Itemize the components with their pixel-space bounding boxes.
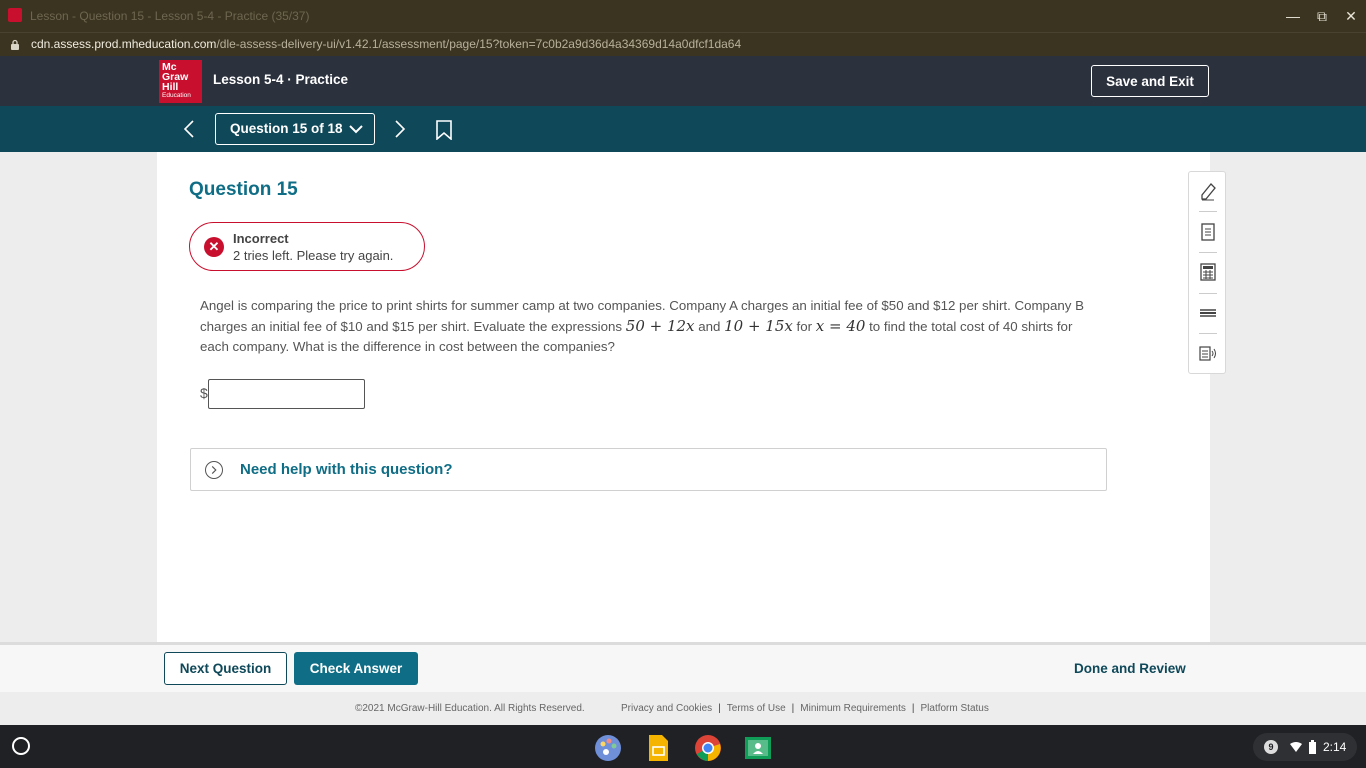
logo-subtitle: Education — [162, 92, 191, 99]
tool-divider — [1199, 252, 1217, 253]
link-separator: | — [791, 703, 795, 714]
next-question-button[interactable]: Next Question — [164, 652, 287, 685]
address-bar[interactable]: cdn.assess.prod.mheducation.com/dle-asse… — [0, 32, 1366, 56]
logo-line-3: Hill — [162, 81, 179, 93]
footer-links: Privacy and Cookies | Terms of Use | Minimum… — [621, 703, 989, 714]
terms-link[interactable]: Terms of Use — [727, 703, 786, 714]
incorrect-icon: ✕ — [204, 237, 224, 257]
window-title-bar: Lesson - Question 15 - Lesson 5-4 - Prac… — [0, 0, 1366, 32]
window-title: Lesson - Question 15 - Lesson 5-4 - Prac… — [30, 9, 310, 23]
expression-company-a: 50 + 12x — [625, 317, 695, 335]
canvas-app-icon[interactable] — [594, 734, 622, 762]
battery-icon — [1309, 740, 1316, 754]
chrome-browser-icon[interactable] — [694, 734, 722, 762]
expression-company-b: 10 + 15x — [724, 317, 793, 335]
restore-window-icon[interactable]: ⧉ — [1311, 6, 1333, 26]
chevron-down-icon — [349, 125, 363, 134]
done-and-review-link[interactable]: Done and Review — [1074, 661, 1186, 676]
platform-status-link[interactable]: Platform Status — [920, 703, 988, 714]
question-heading: Question 15 — [189, 179, 298, 200]
slides-app-icon[interactable] — [644, 734, 672, 762]
link-separator: | — [911, 703, 915, 714]
close-window-icon[interactable]: ✕ — [1340, 6, 1362, 26]
url-host: cdn.assess.prod.mheducation.com — [31, 37, 217, 51]
feedback-banner: ✕ Incorrect 2 tries left. Please try aga… — [189, 222, 425, 271]
text-to-speech-icon[interactable] — [1198, 343, 1218, 363]
page-footer: ©2021 McGraw-Hill Education. All Rights … — [0, 692, 1366, 725]
mcgraw-hill-logo: Mc Graw Hill Education — [159, 60, 202, 103]
next-question-icon[interactable] — [389, 118, 409, 140]
feedback-message: 2 tries left. Please try again. — [233, 248, 394, 263]
lesson-title: Lesson 5-4 · Practice — [213, 72, 349, 87]
feedback-title: Incorrect — [233, 231, 289, 246]
currency-symbol: $ — [200, 385, 208, 401]
save-and-exit-button[interactable]: Save and Exit — [1091, 65, 1209, 97]
system-tray[interactable]: 9 2:14 — [1253, 733, 1357, 761]
clock-time: 2:14 — [1323, 740, 1347, 754]
tool-divider — [1199, 333, 1217, 334]
wifi-icon — [1290, 742, 1302, 752]
notes-icon[interactable] — [1198, 222, 1218, 242]
link-separator: | — [718, 703, 721, 714]
check-answer-button[interactable]: Check Answer — [294, 652, 418, 685]
help-panel[interactable]: Need help with this question? — [190, 448, 1107, 491]
url-text[interactable]: cdn.assess.prod.mheducation.com/dle-asse… — [31, 37, 741, 51]
help-label: Need help with this question? — [240, 461, 453, 478]
privacy-link[interactable]: Privacy and Cookies — [621, 703, 712, 714]
prompt-text-and: and — [694, 319, 725, 334]
answer-input[interactable] — [208, 379, 365, 409]
tools-sidebar — [1188, 171, 1226, 374]
calculator-icon[interactable] — [1198, 262, 1218, 282]
classroom-app-icon[interactable] — [744, 734, 772, 762]
question-prompt: Angel is comparing the price to print sh… — [200, 296, 1100, 357]
site-favicon-icon — [8, 8, 22, 22]
tool-divider — [1199, 293, 1217, 294]
question-selector-dropdown[interactable]: Question 15 of 18 — [215, 113, 375, 145]
expand-chevron-icon — [205, 461, 223, 479]
tool-divider — [1199, 211, 1217, 212]
url-path: /dle-assess-delivery-ui/v1.42.1/assessme… — [216, 37, 742, 51]
copyright-text: ©2021 McGraw-Hill Education. All Rights … — [355, 703, 585, 714]
expression-x-value: x = 40 — [815, 317, 866, 335]
question-nav-bar — [0, 106, 1366, 152]
line-reader-icon[interactable] — [1198, 303, 1218, 323]
launcher-icon[interactable] — [12, 737, 30, 755]
minimize-window-icon[interactable]: — — [1282, 6, 1304, 26]
pencil-icon[interactable] — [1198, 182, 1218, 202]
lock-icon — [11, 39, 19, 50]
question-selector-label: Question 15 of 18 — [230, 121, 343, 136]
notification-count-badge: 9 — [1264, 740, 1278, 754]
bookmark-icon[interactable] — [435, 120, 453, 140]
requirements-link[interactable]: Minimum Requirements — [800, 703, 906, 714]
previous-question-icon[interactable] — [180, 118, 200, 140]
prompt-text-for: for — [792, 319, 816, 334]
os-taskbar: 9 2:14 — [0, 725, 1366, 768]
